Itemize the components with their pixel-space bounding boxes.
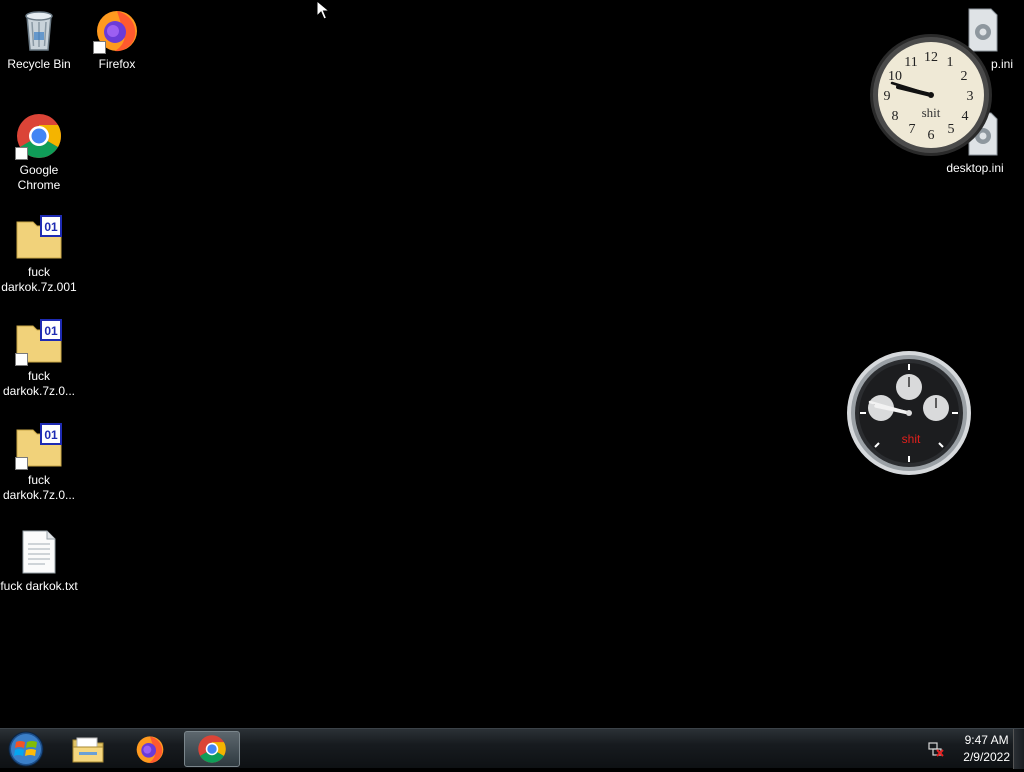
windows-logo-icon (8, 731, 44, 767)
taskbar-firefox-button[interactable] (122, 731, 178, 767)
firefox-icon (136, 736, 164, 764)
clock-gadget-label: shit (922, 105, 941, 120)
desktop-icon-text-file[interactable]: fuck darkok.txt (0, 528, 78, 594)
desktop-icon-archive-1[interactable]: 01 fuck darkok.7z.001 (0, 214, 78, 295)
svg-text:6: 6 (928, 128, 935, 143)
svg-text:2: 2 (961, 69, 968, 84)
clock-gadget[interactable]: 12 1 2 3 4 5 6 7 8 9 10 11 shit (868, 32, 994, 158)
mouse-cursor (316, 0, 331, 25)
svg-text:5: 5 (948, 122, 955, 137)
svg-text:11: 11 (904, 55, 917, 70)
clock-time: 9:47 AM (964, 733, 1009, 747)
chrome-icon (15, 112, 63, 160)
shortcut-arrow-icon (15, 457, 28, 470)
svg-text:1: 1 (947, 55, 954, 70)
taskbar-chrome-button[interactable] (184, 731, 240, 767)
svg-text:01: 01 (44, 220, 58, 234)
shortcut-arrow-icon (15, 147, 28, 160)
svg-text:3: 3 (967, 89, 974, 104)
desktop-icon-label: Firefox (98, 57, 136, 71)
desktop-icon-label: Recycle Bin (7, 57, 71, 71)
show-desktop-button[interactable] (1013, 729, 1024, 769)
svg-text:12: 12 (924, 50, 938, 65)
archive-file-icon: 01 (15, 318, 63, 366)
desktop-icon-label: desktop.ini (946, 161, 1004, 175)
shortcut-arrow-icon (93, 41, 106, 54)
desktop-icon-label: fuck darkok.7z.0... (2, 473, 76, 502)
start-button[interactable] (6, 731, 46, 767)
folder-icon (72, 737, 104, 763)
taskbar-explorer-button[interactable] (60, 731, 116, 767)
desktop-icon-firefox[interactable]: Firefox (78, 6, 156, 72)
analog-clock-face: 12 1 2 3 4 5 6 7 8 9 10 11 shit (870, 34, 992, 156)
svg-text:01: 01 (44, 324, 58, 338)
svg-text:10: 10 (888, 69, 902, 84)
desktop-icon-recycle-bin[interactable]: Recycle Bin (0, 6, 78, 72)
clock-date: 2/9/2022 (963, 750, 1010, 764)
chronograph-label: shit (902, 432, 921, 446)
svg-text:8: 8 (892, 109, 899, 124)
desktop-icon-label: Google Chrome (17, 163, 61, 192)
taskbar-clock[interactable]: 9:47 AM 2/9/2022 (963, 732, 1010, 766)
svg-text:9: 9 (884, 89, 891, 104)
archive-file-icon: 01 (15, 214, 63, 262)
svg-text:01: 01 (44, 428, 58, 442)
svg-text:4: 4 (962, 109, 969, 124)
system-tray: 9:47 AM 2/9/2022 (927, 729, 1010, 769)
desktop-icon-archive-3[interactable]: 01 fuck darkok.7z.0... (0, 422, 78, 503)
chronograph-face: shit (847, 351, 971, 475)
chrome-icon (198, 735, 226, 763)
taskbar: 9:47 AM 2/9/2022 (0, 728, 1024, 769)
desktop-icon-label: fuck darkok.7z.001 (1, 265, 77, 294)
shortcut-arrow-icon (15, 353, 28, 366)
svg-text:7: 7 (909, 122, 916, 137)
desktop-icon-label: fuck darkok.7z.0... (2, 369, 76, 398)
chronograph-gadget[interactable]: shit (846, 350, 972, 476)
desktop[interactable]: Recycle Bin Firefox Google Chrome 01 fuc… (0, 0, 1024, 728)
desktop-icon-label: fuck darkok.txt (0, 579, 78, 593)
network-status-icon[interactable] (927, 740, 945, 758)
desktop-icon-chrome[interactable]: Google Chrome (0, 112, 78, 193)
desktop-icon-archive-2[interactable]: 01 fuck darkok.7z.0... (0, 318, 78, 399)
firefox-icon (93, 6, 141, 54)
text-file-icon (15, 528, 63, 576)
recycle-bin-icon (15, 6, 63, 54)
archive-file-icon: 01 (15, 422, 63, 470)
